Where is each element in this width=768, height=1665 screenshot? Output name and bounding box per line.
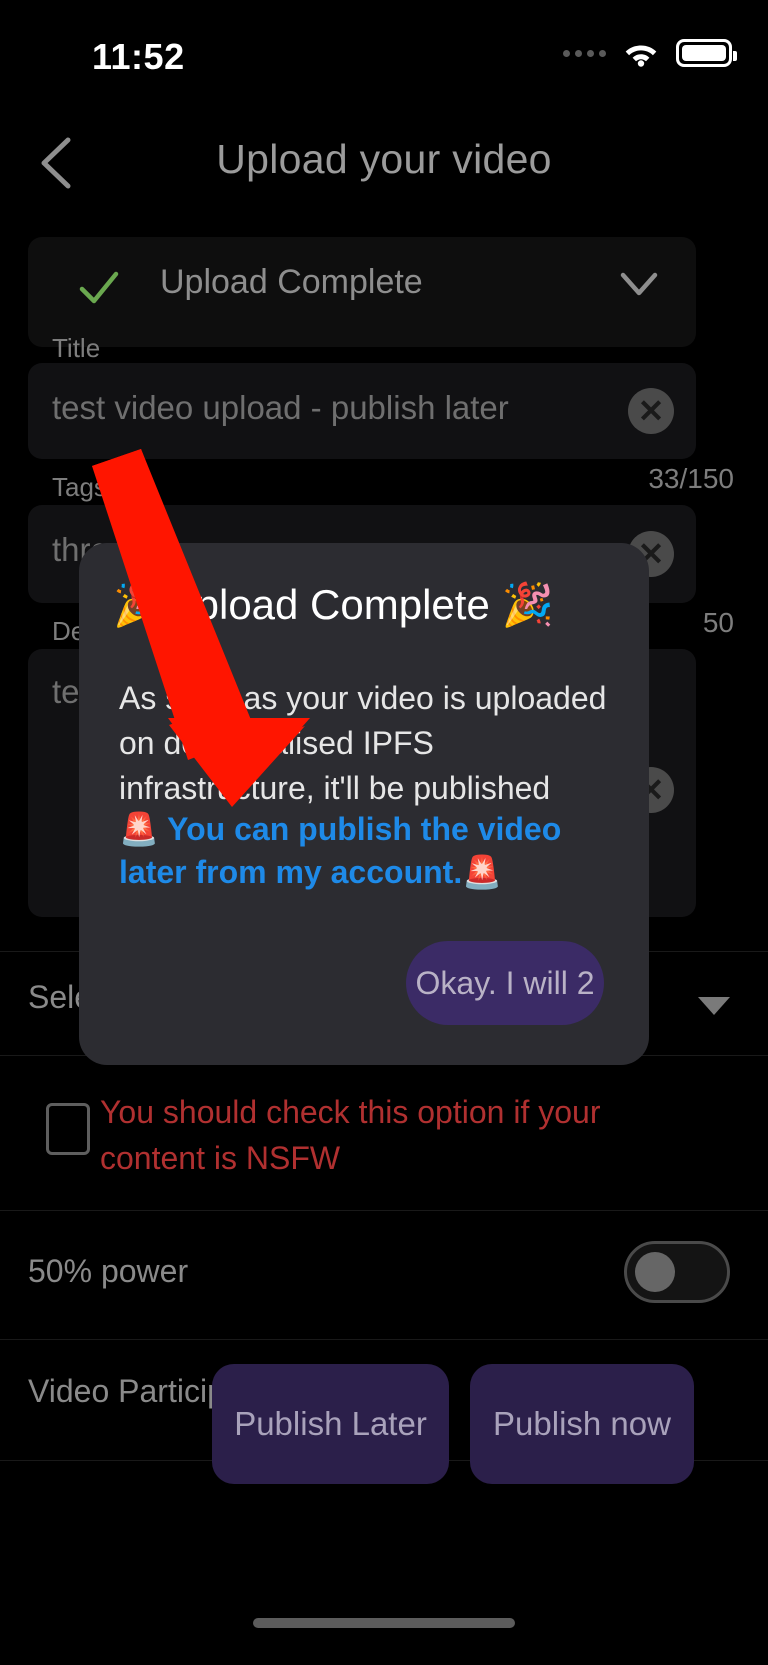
power-row[interactable]: 50% power xyxy=(0,1225,768,1345)
dialog-title: 🎉Upload Complete 🎉 xyxy=(113,581,554,628)
title-char-counter: 33/150 xyxy=(648,463,734,494)
bottom-action-bar: Publish Later Publish now xyxy=(0,1364,768,1488)
dialog-okay-button[interactable]: Okay. I will 2 xyxy=(406,941,604,1025)
dialog-highlight-text: 🚨 You can publish the video later from m… xyxy=(119,811,562,890)
check-icon xyxy=(76,265,122,311)
home-indicator xyxy=(253,1618,515,1628)
upload-status-label: Upload Complete xyxy=(160,263,423,301)
divider xyxy=(0,1339,768,1340)
dialog-body-text: As soon as your video is uploaded on dec… xyxy=(119,680,607,806)
title-field[interactable]: Title test video upload - publish later … xyxy=(28,333,696,459)
power-label: 50% power xyxy=(28,1253,189,1289)
divider xyxy=(0,1210,768,1211)
title-field-value[interactable]: test video upload - publish later xyxy=(52,389,612,427)
upload-complete-dialog: 🎉Upload Complete 🎉 As soon as your video… xyxy=(79,543,649,1065)
wifi-icon xyxy=(622,39,660,67)
nsfw-row[interactable]: You should check this option if your con… xyxy=(0,1081,768,1201)
tags-char-counter: 50 xyxy=(702,607,734,638)
tags-field-label: Tags xyxy=(52,472,107,502)
title-clear-icon[interactable]: ✕ xyxy=(628,388,674,434)
toggle-off-icon[interactable] xyxy=(624,1241,730,1303)
status-bar-indicators xyxy=(563,36,737,70)
caret-down-icon[interactable] xyxy=(698,997,730,1015)
nsfw-warning-text: You should check this option if your con… xyxy=(100,1094,601,1176)
upload-status-card[interactable]: Upload Complete xyxy=(28,237,696,347)
title-field-label: Title xyxy=(52,333,101,363)
page-title: Upload your video xyxy=(216,136,552,182)
signal-dots-icon xyxy=(563,49,606,57)
publish-later-button[interactable]: Publish Later xyxy=(212,1364,449,1484)
battery-full-icon xyxy=(676,39,737,67)
status-bar: 11:52 xyxy=(0,0,768,110)
chevron-down-icon[interactable] xyxy=(618,267,660,301)
page-header: Upload your video xyxy=(0,118,768,208)
status-bar-time: 11:52 xyxy=(92,36,185,77)
publish-now-button[interactable]: Publish now xyxy=(470,1364,694,1484)
phone-screen: 11:52 Upload your video Upload Complete … xyxy=(0,0,768,1665)
checkbox-unchecked-icon[interactable] xyxy=(46,1103,90,1155)
dynamic-island xyxy=(247,20,477,90)
